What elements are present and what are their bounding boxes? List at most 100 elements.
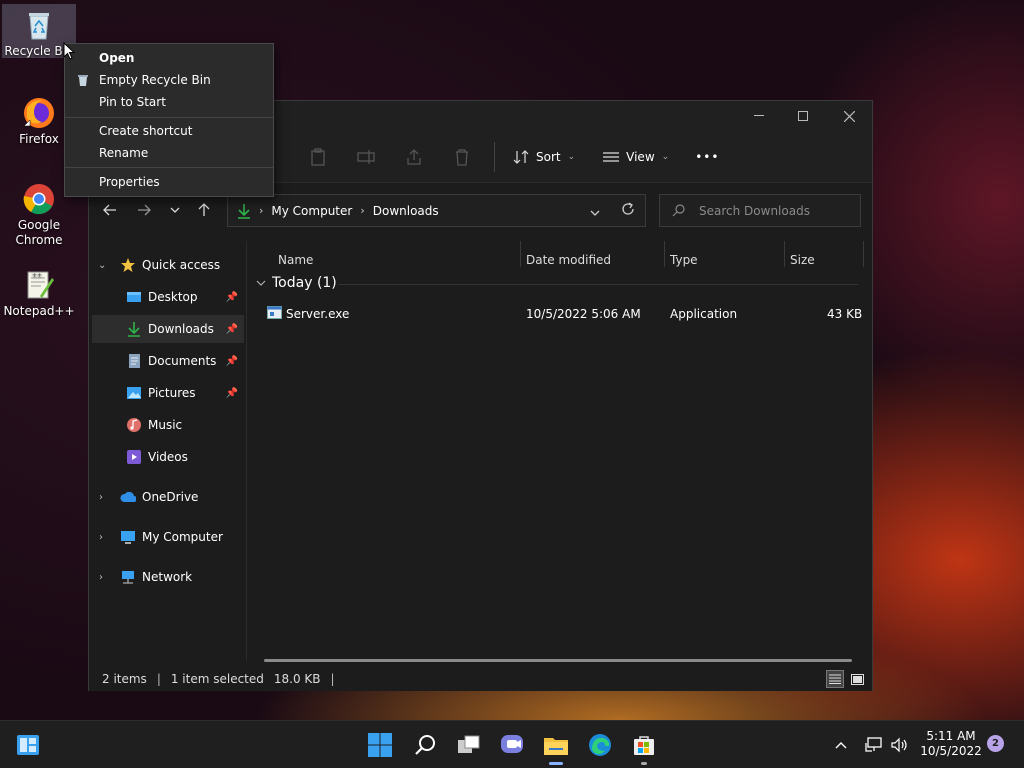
nav-item-videos[interactable]: Videos [92,443,244,471]
group-label: Today (1) [272,275,337,291]
menu-item-properties[interactable]: Properties [65,171,273,193]
arrow-up-icon [198,203,210,216]
status-divider: | [330,672,335,686]
delete-button[interactable] [438,139,486,175]
menu-item-rename[interactable]: Rename [65,142,273,164]
nav-item-music[interactable]: Music [92,411,244,439]
close-button[interactable] [826,103,872,129]
breadcrumb-my-computer[interactable]: My Computer [271,204,352,218]
paste-button[interactable] [294,139,342,175]
menu-item-label: Empty Recycle Bin [99,73,211,87]
breadcrumb-downloads[interactable]: Downloads [373,204,439,218]
address-dropdown-button[interactable] [590,205,600,219]
more-options-button[interactable]: ••• [685,139,729,175]
teams-chat-button[interactable] [495,729,529,761]
menu-divider [65,117,273,118]
notepad-plus-plus-icon: ++ [27,271,54,299]
nav-quick-access[interactable]: ⌄ Quick access [92,251,244,279]
chrome-icon [23,184,54,215]
rename-button[interactable] [342,139,390,175]
menu-item-create-shortcut[interactable]: Create shortcut [65,120,273,142]
up-button[interactable] [191,197,217,223]
trash-icon [456,148,468,166]
nav-onedrive[interactable]: › OneDrive [92,483,244,511]
selection-count: 1 item selected [170,672,264,686]
svg-text:++: ++ [32,272,42,279]
sort-button[interactable]: Sort ⌄ [503,139,585,175]
file-explorer-taskbar-button[interactable] [539,729,573,765]
maximize-button[interactable] [780,103,826,129]
network-tray-button[interactable] [862,729,886,761]
nav-item-desktop[interactable]: Desktop 📌 [92,283,244,311]
edge-icon [589,734,611,756]
column-divider[interactable] [664,241,665,267]
clock[interactable]: 5:11 AM 10/5/2022 [916,729,986,759]
nav-label: Pictures [148,386,196,400]
store-icon [634,736,654,755]
recent-locations-button[interactable] [162,197,188,223]
running-indicator [549,762,563,765]
forward-button[interactable] [131,197,157,223]
view-button[interactable]: View ⌄ [593,139,679,175]
menu-item-empty-recycle-bin[interactable]: Empty Recycle Bin [65,69,273,91]
group-header-today[interactable]: Today (1) [256,275,337,291]
expand-chevron-icon: › [99,571,103,583]
show-hidden-icons-button[interactable] [830,729,852,761]
share-button[interactable] [390,139,438,175]
nav-label: Documents [148,354,217,368]
start-button[interactable] [363,729,397,761]
speaker-icon [891,737,907,753]
menu-item-label: Properties [99,175,160,189]
column-header-date-modified[interactable]: Date modified [526,245,611,275]
sort-icon [513,149,529,164]
back-button[interactable] [97,197,123,223]
column-header-name[interactable]: Name [278,245,313,275]
table-row[interactable]: Server.exe 10/5/2022 5:06 AM Application… [264,303,864,327]
volume-tray-button[interactable] [888,729,912,761]
nav-item-downloads[interactable]: Downloads 📌 [92,315,244,343]
expand-chevron-icon: ⌄ [98,259,107,271]
widgets-icon [17,735,39,755]
menu-item-pin-to-start[interactable]: Pin to Start [65,91,273,113]
column-divider[interactable] [784,241,785,267]
nav-item-documents[interactable]: Documents 📌 [92,347,244,375]
documents-icon [126,353,142,369]
column-divider[interactable] [520,241,521,267]
minimize-button[interactable] [736,103,782,129]
search-input[interactable]: Search Downloads [659,194,861,227]
nav-label: Desktop [148,290,198,304]
desktop-icon-label: Notepad++ [3,304,75,318]
menu-item-label: Open [99,51,135,65]
task-view-button[interactable] [452,729,486,761]
column-label: Size [790,253,815,267]
nav-network[interactable]: › Network [92,563,244,591]
menu-item-open[interactable]: Open [65,47,273,69]
refresh-button[interactable] [621,202,635,219]
thumbnail-view-button[interactable] [848,670,866,688]
details-view-button[interactable] [826,670,844,688]
notification-badge[interactable]: 2 [987,735,1004,752]
clock-date: 10/5/2022 [920,744,982,758]
desktop-icon-notepad-plus-plus[interactable]: ++ Notepad++ [2,264,76,319]
nav-my-computer[interactable]: › My Computer [92,523,244,551]
thumbnail-view-icon [850,673,864,685]
search-button[interactable] [408,729,442,761]
share-icon [407,148,421,165]
computer-icon [120,529,136,545]
column-header-size[interactable]: Size [790,245,815,275]
nav-item-pictures[interactable]: Pictures 📌 [92,379,244,407]
store-button[interactable] [627,729,661,765]
column-label: Name [278,253,314,267]
arrow-right-icon [138,204,151,216]
selection-size: 18.0 KB [273,672,321,686]
file-list-pane: Name Date modified Type Size Today (1) S… [248,241,872,662]
star-icon [120,257,136,273]
status-divider: | [156,672,161,686]
horizontal-scrollbar[interactable] [264,659,852,662]
mouse-cursor-icon [63,42,75,60]
widgets-button[interactable] [11,729,45,761]
edge-button[interactable] [583,729,617,761]
column-header-type[interactable]: Type [670,245,698,275]
address-bar[interactable]: › My Computer › Downloads [227,194,646,227]
column-divider[interactable] [863,241,864,267]
